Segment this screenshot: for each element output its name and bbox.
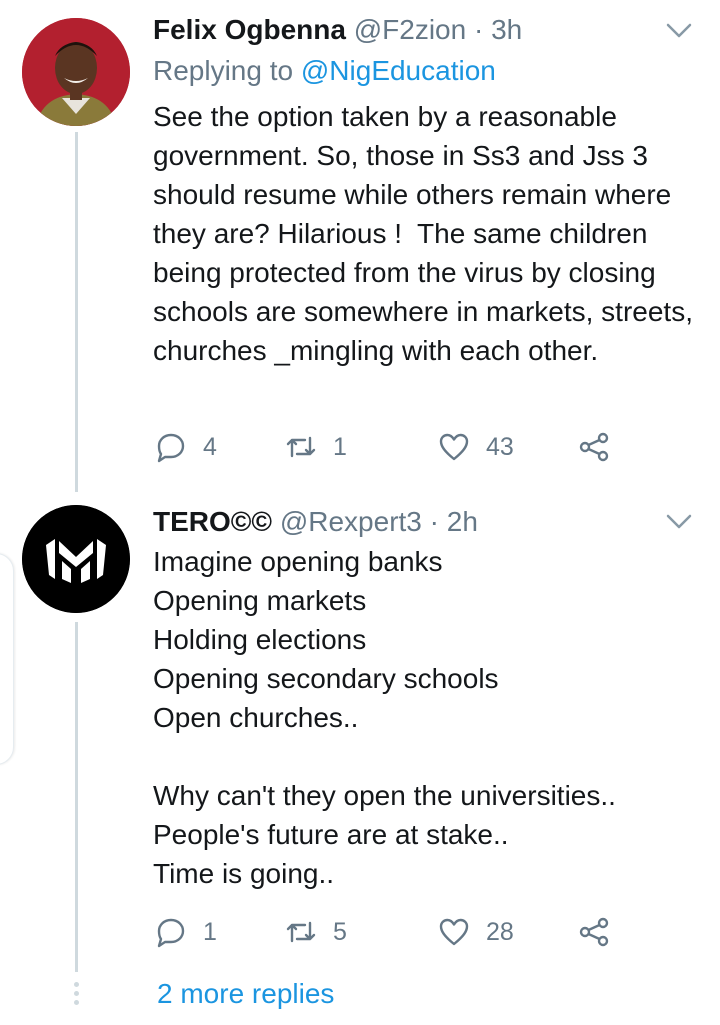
retweet-button[interactable]: 5 [285,912,347,952]
reply-count: 4 [203,432,217,461]
tweet-header: TERO©© @Rexpert3 · 2h [153,505,478,539]
like-count: 43 [486,432,514,461]
thread-line [75,622,78,972]
reply-icon [157,433,185,463]
more-replies-link[interactable]: 2 more replies [157,976,334,1012]
timestamp[interactable]: 3h [491,14,522,45]
replying-to-link[interactable]: @NigEducation [301,55,496,86]
user-handle[interactable]: @Rexpert3 [280,506,422,537]
tweet-text: See the option taken by a reasonable gov… [153,101,701,366]
avatar[interactable] [22,18,130,126]
replying-to-label: Replying to [153,55,301,86]
avatar[interactable] [22,505,130,613]
reply-button[interactable]: 4 [155,427,217,467]
retweet-button[interactable]: 1 [285,427,347,467]
tweet-header: Felix Ogbenna @F2zion · 3h [153,13,522,47]
share-icon [579,432,609,462]
like-button[interactable]: 43 [438,427,514,467]
tweet-actions: 1 5 28 [155,912,625,952]
separator-dot: · [473,14,484,45]
thread-line [75,132,78,492]
retweet-icon [286,921,316,943]
chevron-down-icon[interactable] [666,513,692,531]
like-count: 28 [486,917,514,946]
retweet-count: 5 [333,917,347,946]
replying-to: Replying to @NigEducation [153,54,496,88]
logo-avatar-icon [22,505,130,613]
profile-photo-icon [22,18,130,126]
share-icon [579,917,609,947]
chevron-down-icon[interactable] [666,22,692,40]
heart-icon [439,918,469,946]
display-name[interactable]: TERO©© [153,506,272,537]
user-handle[interactable]: @F2zion [354,14,466,45]
share-button[interactable] [578,912,626,952]
retweet-icon [286,436,316,458]
share-button[interactable] [578,427,626,467]
like-button[interactable]: 28 [438,912,514,952]
tweet-text: Imagine opening banks Opening markets Ho… [153,546,616,889]
timestamp[interactable]: 2h [447,506,478,537]
retweet-count: 1 [333,432,347,461]
reply-count: 1 [203,917,217,946]
separator-dot: · [429,506,439,537]
display-name[interactable]: Felix Ogbenna [153,14,346,45]
heart-icon [439,433,469,461]
tweet-actions: 4 1 43 [155,427,625,467]
reply-icon [157,918,185,948]
more-replies-dots [73,982,80,1009]
reply-button[interactable]: 1 [155,912,217,952]
side-edge-handle[interactable] [0,553,14,765]
